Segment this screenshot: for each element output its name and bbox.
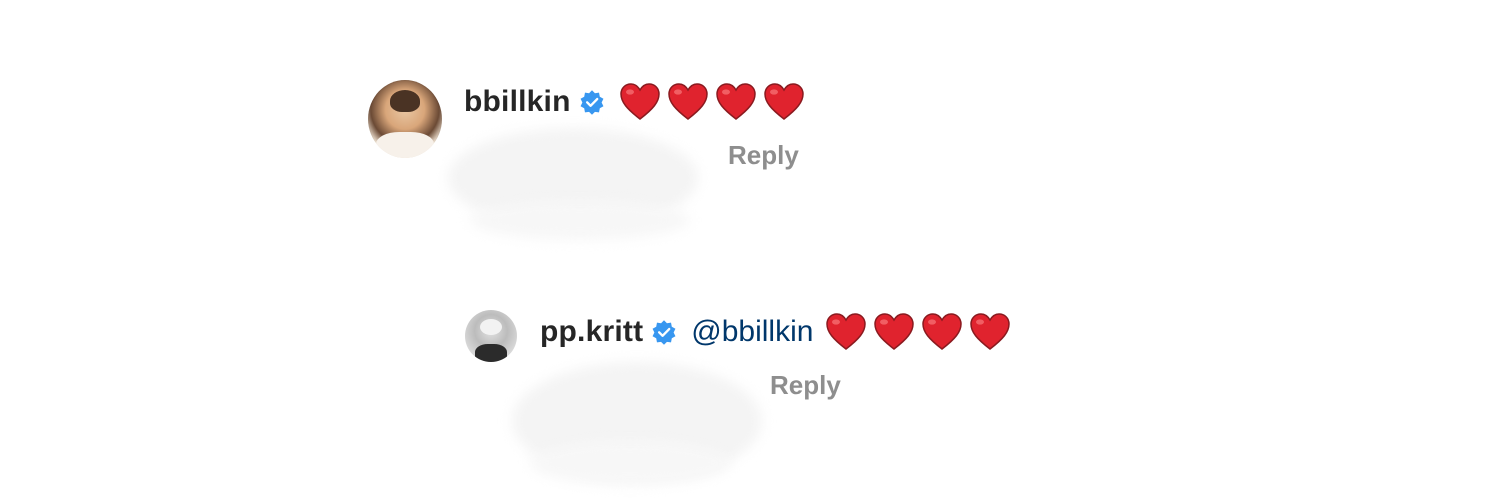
verified-badge-icon xyxy=(580,90,604,115)
heart-emojis xyxy=(825,312,1011,352)
heart-emojis xyxy=(619,82,805,122)
red-heart-icon xyxy=(715,83,756,120)
comment-header: pp.kritt @bbillkin xyxy=(540,312,1011,352)
username[interactable]: bbillkin xyxy=(464,85,571,119)
red-heart-icon xyxy=(922,313,963,350)
comment-header: bbillkin xyxy=(464,82,805,122)
mention-link[interactable]: @bbillkin xyxy=(691,315,813,349)
red-heart-icon xyxy=(874,313,915,350)
username[interactable]: pp.kritt xyxy=(540,315,643,349)
avatar[interactable] xyxy=(465,310,517,362)
avatar[interactable] xyxy=(368,80,442,158)
comments-screen: bbillkin Reply pp.kritt @bbillkin Reply xyxy=(0,0,1500,500)
red-heart-icon xyxy=(619,83,660,120)
verified-badge-icon xyxy=(652,320,676,345)
redacted-area xyxy=(470,200,690,240)
red-heart-icon xyxy=(826,313,867,350)
redacted-area xyxy=(530,440,730,485)
red-heart-icon xyxy=(970,313,1011,350)
red-heart-icon xyxy=(667,83,708,120)
reply-button[interactable]: Reply xyxy=(770,370,841,401)
reply-button[interactable]: Reply xyxy=(728,140,799,171)
red-heart-icon xyxy=(763,83,804,120)
